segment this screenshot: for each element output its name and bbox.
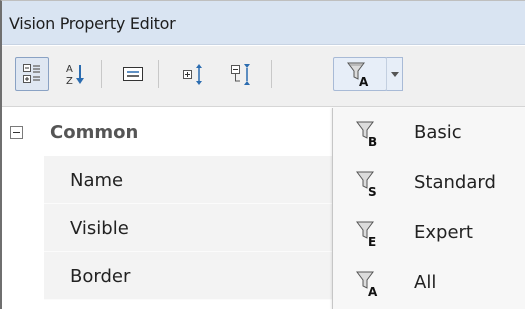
- chevron-down-icon: [390, 71, 399, 77]
- filter-all-icon: A: [346, 61, 374, 87]
- menu-item-label: All: [414, 272, 437, 293]
- row-gutter: [2, 204, 44, 252]
- window-title: Vision Property Editor: [9, 14, 176, 33]
- menu-item-label: Standard: [414, 172, 496, 193]
- row-gutter: [2, 252, 44, 300]
- categorized-view-button[interactable]: [15, 57, 49, 91]
- property-label: Name: [70, 169, 124, 191]
- description-panel-button[interactable]: [116, 57, 150, 91]
- property-label: Border: [70, 265, 131, 287]
- toolbar-separator: [101, 60, 102, 88]
- collapse-all-icon: [230, 62, 254, 86]
- svg-text:B: B: [368, 135, 377, 148]
- collapse-all-button[interactable]: [225, 57, 259, 91]
- collapse-toggle-icon[interactable]: [10, 126, 23, 139]
- group-label: Common: [50, 121, 139, 143]
- categorized-view-icon: [23, 64, 41, 84]
- filter-basic-icon: B: [356, 120, 382, 148]
- property-editor-panel: Vision Property Editor A Z A Common Name…: [0, 0, 525, 309]
- title-bar: Vision Property Editor: [2, 1, 525, 45]
- menu-item-label: Basic: [414, 122, 462, 143]
- svg-text:A: A: [359, 75, 369, 87]
- menu-item-label: Expert: [414, 222, 473, 243]
- filter-button[interactable]: A: [333, 57, 387, 91]
- filter-expert-icon: E: [356, 220, 382, 248]
- property-label: Visible: [70, 217, 129, 239]
- sort-alphabetical-button[interactable]: A Z: [59, 57, 93, 91]
- description-panel-icon: [123, 67, 143, 81]
- sort-alphabetical-icon: A Z: [65, 62, 87, 86]
- expand-all-icon: [182, 62, 206, 86]
- menu-item-all[interactable]: A All: [333, 258, 525, 308]
- svg-text:S: S: [368, 185, 377, 198]
- filter-menu: B Basic S Standard E Expert A All: [332, 108, 525, 309]
- svg-text:E: E: [368, 235, 376, 248]
- toolbar: A Z A: [2, 46, 525, 107]
- menu-item-basic[interactable]: B Basic: [333, 108, 525, 158]
- expand-all-button[interactable]: [177, 57, 211, 91]
- row-gutter: [2, 156, 44, 204]
- svg-text:A: A: [368, 285, 378, 298]
- toolbar-separator: [271, 60, 272, 88]
- toolbar-separator: [158, 60, 159, 88]
- filter-all-icon: A: [356, 270, 382, 298]
- filter-dropdown-arrow[interactable]: [386, 57, 403, 91]
- menu-item-standard[interactable]: S Standard: [333, 158, 525, 208]
- svg-text:Z: Z: [66, 76, 73, 86]
- svg-text:A: A: [66, 64, 73, 75]
- filter-standard-icon: S: [356, 170, 382, 198]
- menu-item-expert[interactable]: E Expert: [333, 208, 525, 258]
